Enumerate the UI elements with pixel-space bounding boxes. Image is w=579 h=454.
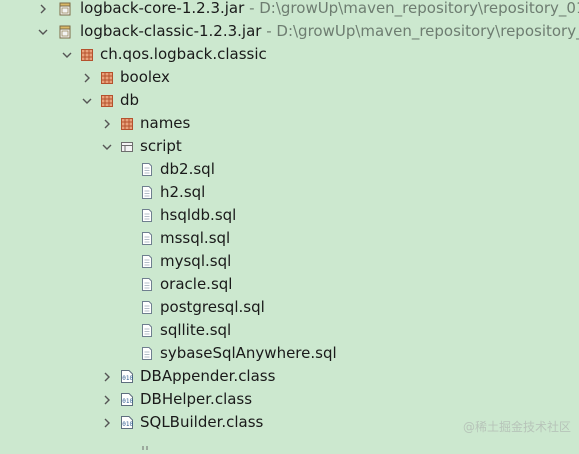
- package-label: ch.qos.logback.classic: [100, 45, 267, 63]
- folder-package-icon: [119, 135, 135, 158]
- class-file-label: SQLBuilder.class: [140, 413, 264, 431]
- watermark: @稀土掘金技术社区: [462, 420, 571, 434]
- tree-row-file[interactable]: oracle.sql: [0, 273, 579, 296]
- tree-row-package-db[interactable]: db: [0, 89, 579, 112]
- package-label: db: [120, 91, 140, 109]
- file-label: sqllite.sql: [160, 321, 232, 339]
- tree-row-class-file[interactable]: 010 DBAppender.class: [0, 365, 579, 388]
- chevron-right-icon[interactable]: [101, 388, 113, 411]
- jar-icon: [57, 20, 73, 43]
- file-icon: [139, 204, 155, 227]
- jar-icon: [57, 0, 73, 20]
- tree-row-file[interactable]: postgresql.sql: [0, 296, 579, 319]
- tree-row-file[interactable]: sqllite.sql: [0, 319, 579, 342]
- class-file-label: DBHelper.class: [140, 390, 253, 408]
- tree-row-package-boolex[interactable]: boolex: [0, 66, 579, 89]
- chevron-right-icon[interactable]: [101, 365, 113, 388]
- tree-row-file[interactable]: hsqldb.sql: [0, 204, 579, 227]
- tree-row-file[interactable]: sybaseSqlAnywhere.sql: [0, 342, 579, 365]
- tree-row-file[interactable]: db2.sql: [0, 158, 579, 181]
- chevron-right-icon[interactable]: [101, 112, 113, 135]
- chevron-down-icon[interactable]: [37, 20, 49, 43]
- tree-row-package-names[interactable]: names: [0, 112, 579, 135]
- file-label: oracle.sql: [160, 275, 233, 293]
- file-icon: [139, 250, 155, 273]
- svg-text:010: 010: [122, 421, 133, 428]
- file-label: postgresql.sql: [160, 298, 265, 316]
- chevron-right-icon[interactable]: [81, 66, 93, 89]
- tree-row-file[interactable]: mysql.sql: [0, 250, 579, 273]
- file-icon: [139, 296, 155, 319]
- file-label: hsqldb.sql: [160, 206, 237, 224]
- class-file-icon: 010: [119, 365, 135, 388]
- cutoff-row-fragment: [142, 436, 152, 450]
- chevron-right-icon[interactable]: [101, 411, 113, 434]
- tree-row-logback-classic-jar[interactable]: logback-classic-1.2.3.jar - D:\growUp\ma…: [0, 20, 579, 43]
- file-icon: [139, 342, 155, 365]
- file-icon: [139, 319, 155, 342]
- folder-label: script: [140, 137, 182, 155]
- chevron-down-icon[interactable]: [61, 43, 73, 66]
- chevron-right-icon[interactable]: [37, 0, 49, 20]
- class-file-label: DBAppender.class: [140, 367, 276, 385]
- file-icon: [139, 158, 155, 181]
- file-label: sybaseSqlAnywhere.sql: [160, 344, 337, 362]
- chevron-down-icon[interactable]: [81, 89, 93, 112]
- package-icon: [99, 89, 115, 112]
- tree-row-file[interactable]: mssql.sql: [0, 227, 579, 250]
- class-file-icon: 010: [119, 388, 135, 411]
- file-label: mysql.sql: [160, 252, 232, 270]
- tree-row-folder-script[interactable]: script: [0, 135, 579, 158]
- jar-label: logback-classic-1.2.3.jar - D:\growUp\ma…: [80, 22, 579, 40]
- package-label: names: [140, 114, 191, 132]
- chevron-down-icon[interactable]: [101, 135, 113, 158]
- package-icon: [119, 112, 135, 135]
- package-explorer-tree: logback-core-1.2.3.jar - D:\growUp\maven…: [0, 0, 579, 434]
- tree-row-class-file[interactable]: 010 DBHelper.class: [0, 388, 579, 411]
- jar-label: logback-core-1.2.3.jar - D:\growUp\maven…: [80, 0, 579, 17]
- package-icon: [79, 43, 95, 66]
- package-icon: [99, 66, 115, 89]
- file-icon: [139, 273, 155, 296]
- file-label: mssql.sql: [160, 229, 231, 247]
- tree-row-file[interactable]: h2.sql: [0, 181, 579, 204]
- file-icon: [139, 227, 155, 250]
- file-label: h2.sql: [160, 183, 206, 201]
- tree-row-logback-core-jar[interactable]: logback-core-1.2.3.jar - D:\growUp\maven…: [0, 0, 579, 20]
- svg-text:010: 010: [122, 398, 133, 405]
- svg-text:010: 010: [122, 375, 133, 382]
- package-label: boolex: [120, 68, 170, 86]
- file-label: db2.sql: [160, 160, 215, 178]
- tree-row-package-classic[interactable]: ch.qos.logback.classic: [0, 43, 579, 66]
- file-icon: [139, 181, 155, 204]
- class-file-icon: 010: [119, 411, 135, 434]
